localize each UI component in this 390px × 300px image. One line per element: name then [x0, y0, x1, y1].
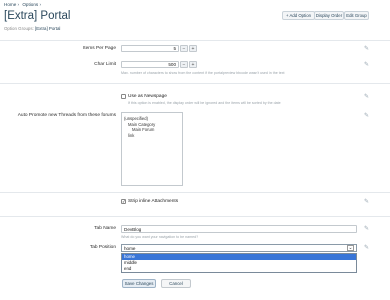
list-item[interactable]: link	[124, 133, 180, 139]
auto-promote-label: Auto Promote new Threads from these foru…	[17, 113, 116, 118]
use-as-newspage-checkbox[interactable]	[121, 94, 126, 99]
char-limit-decrement[interactable]: −	[180, 61, 188, 68]
tab-position-select[interactable]: home ⌄	[121, 244, 357, 252]
use-as-newspage-hint: If this option is enabled, the display o…	[128, 101, 281, 105]
tab-name-hint: What do you want your navigation to be n…	[121, 235, 199, 239]
items-per-page-increment[interactable]: +	[189, 45, 197, 52]
breadcrumb: Home › Options ›	[4, 2, 43, 7]
option-groups-label: Option Groups:	[4, 26, 34, 31]
tab-position-label: Tab Position	[89, 245, 116, 250]
items-per-page-input[interactable]: 5	[121, 45, 179, 52]
strip-inline-label[interactable]: Strip inline Attachments	[128, 199, 178, 204]
divider	[0, 40, 390, 41]
char-limit-label: Char Limit	[94, 62, 116, 67]
edit-option-icon[interactable]: ✎	[364, 94, 370, 100]
char-limit-increment[interactable]: +	[189, 61, 197, 68]
tab-name-label: Tab Name	[94, 226, 116, 231]
option-groups: Option Groups: [Extra] Portal	[4, 26, 60, 31]
edit-option-icon[interactable]: ✎	[364, 46, 370, 52]
edit-option-icon[interactable]: ✎	[364, 62, 370, 68]
tab-position-value: home	[124, 245, 136, 251]
display-order-button[interactable]: Display Order	[314, 11, 344, 20]
tab-name-input[interactable]: DevBlog	[121, 225, 357, 233]
edit-option-icon[interactable]: ✎	[364, 245, 370, 251]
divider	[0, 83, 390, 84]
items-per-page-label: Items Per Page	[82, 46, 116, 51]
edit-option-icon[interactable]: ✎	[364, 199, 370, 205]
char-limit-input[interactable]: 500	[121, 61, 179, 68]
auto-promote-listbox[interactable]: (unspecified) Main Category Main Forum l…	[121, 112, 183, 186]
divider	[0, 192, 390, 193]
edit-option-icon[interactable]: ✎	[364, 113, 370, 119]
use-as-newspage-label[interactable]: Use as Newspage	[128, 94, 167, 99]
strip-inline-checkbox[interactable]: ✓	[121, 199, 126, 204]
breadcrumb-options[interactable]: Options ›	[22, 2, 41, 7]
page-title: [Extra] Portal	[4, 10, 71, 22]
tab-position-dropdown[interactable]: home middle end	[121, 253, 357, 273]
items-per-page-decrement[interactable]: −	[180, 45, 188, 52]
char-limit-hint: Max. number of characters to show from t…	[121, 71, 285, 75]
edit-option-icon[interactable]: ✎	[364, 226, 370, 232]
edit-group-button[interactable]: Edit Group	[344, 11, 369, 20]
dropdown-option-end[interactable]: end	[122, 266, 356, 272]
cancel-button[interactable]: Cancel	[161, 279, 191, 288]
breadcrumb-home[interactable]: Home ›	[4, 2, 19, 7]
add-option-button[interactable]: + Add Option	[282, 11, 315, 20]
divider	[0, 216, 390, 217]
option-groups-value[interactable]: [Extra] Portal	[35, 26, 60, 31]
chevron-down-icon: ⌄	[347, 245, 354, 251]
save-changes-button[interactable]: Save Changes	[122, 279, 156, 288]
